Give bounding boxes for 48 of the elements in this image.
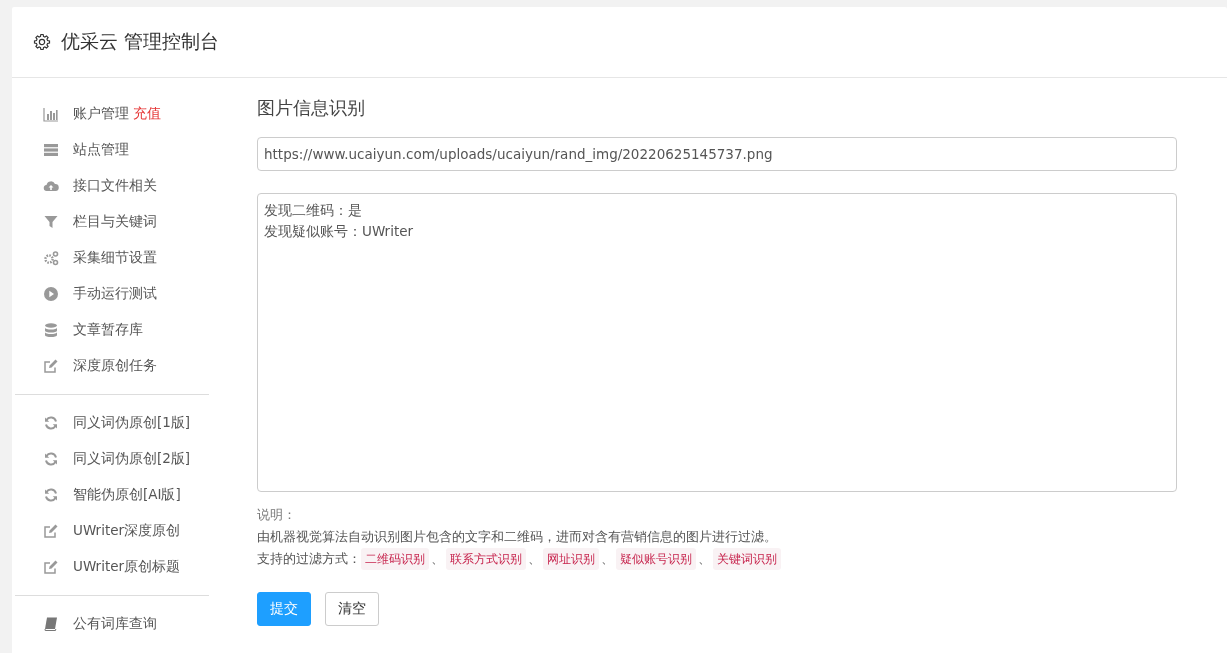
clear-button[interactable]: 清空 [325, 592, 379, 626]
refresh-icon [43, 415, 59, 431]
separator-mark: 、 [601, 550, 614, 568]
separator-mark: 、 [431, 550, 444, 568]
sidebar-item[interactable]: 文章暂存库 [73, 321, 143, 339]
sidebar-item[interactable]: 深度原创任务 [73, 357, 157, 375]
filter-method-tag: 二维码识别 [361, 548, 429, 570]
sidebar-item[interactable]: 站点管理 [73, 141, 129, 159]
sidebar-item[interactable]: 同义词伪原创[2版] [73, 450, 191, 468]
sidebar-item[interactable]: 采集细节设置 [73, 249, 157, 267]
filter-method-tag: 疑似账号识别 [616, 548, 696, 570]
edit-icon [43, 559, 59, 575]
filter-method-tag: 联系方式识别 [446, 548, 526, 570]
url-field[interactable]: https://www.ucaiyun.com/uploads/ucaiyun/rand_img/20220625145737.png [257, 137, 1177, 171]
filter-method-tag: 网址识别 [543, 548, 599, 570]
separator-mark: 、 [528, 550, 541, 568]
sidebar-item[interactable]: 同义词伪原创[1版] [73, 414, 191, 432]
result-textarea[interactable]: 发现二维码：是 发现疑似账号：UWriter [257, 193, 1177, 492]
cloud-upload-icon [43, 178, 59, 194]
server-icon [43, 142, 59, 158]
filter-icon [43, 214, 59, 230]
sidebar-item[interactable]: 智能伪原创[AI版] [73, 486, 181, 504]
console-title: 优采云 管理控制台 [61, 29, 220, 54]
result-line: 发现疑似账号：UWriter [264, 222, 415, 241]
filter-method-tag: 关键词识别 [713, 548, 781, 570]
book-icon [43, 616, 59, 632]
refresh-icon [43, 451, 59, 467]
sidebar-item[interactable]: UWriter深度原创 [73, 522, 181, 540]
note-text: 由机器视觉算法自动识别图片包含的文字和二维码，进而对含有营销信息的图片进行过滤。 [257, 528, 778, 546]
bar-chart-icon [43, 106, 59, 122]
sidebar-item[interactable]: 公有词库查询 [73, 615, 157, 633]
separator-mark: 、 [698, 550, 711, 568]
sidebar-item[interactable]: 账户管理 [73, 105, 129, 123]
sidebar-item[interactable]: 手动运行测试 [73, 285, 157, 303]
refresh-icon [43, 487, 59, 503]
database-icon [43, 322, 59, 338]
sidebar-item[interactable]: 栏目与关键词 [73, 213, 157, 231]
play-icon [43, 286, 59, 302]
note-label: 说明： [257, 506, 297, 524]
edit-icon [43, 523, 59, 539]
sidebar-item[interactable]: UWriter原创标题 [73, 558, 181, 576]
edit-icon [43, 358, 59, 374]
sidebar-item[interactable]: 接口文件相关 [73, 177, 157, 195]
settings-icon [33, 33, 51, 51]
result-line: 发现二维码：是 [264, 201, 363, 220]
section-heading: 图片信息识别 [257, 96, 366, 120]
filter-methods-label: 支持的过滤方式： [257, 550, 361, 568]
recharge-link[interactable]: 充值 [133, 105, 161, 123]
